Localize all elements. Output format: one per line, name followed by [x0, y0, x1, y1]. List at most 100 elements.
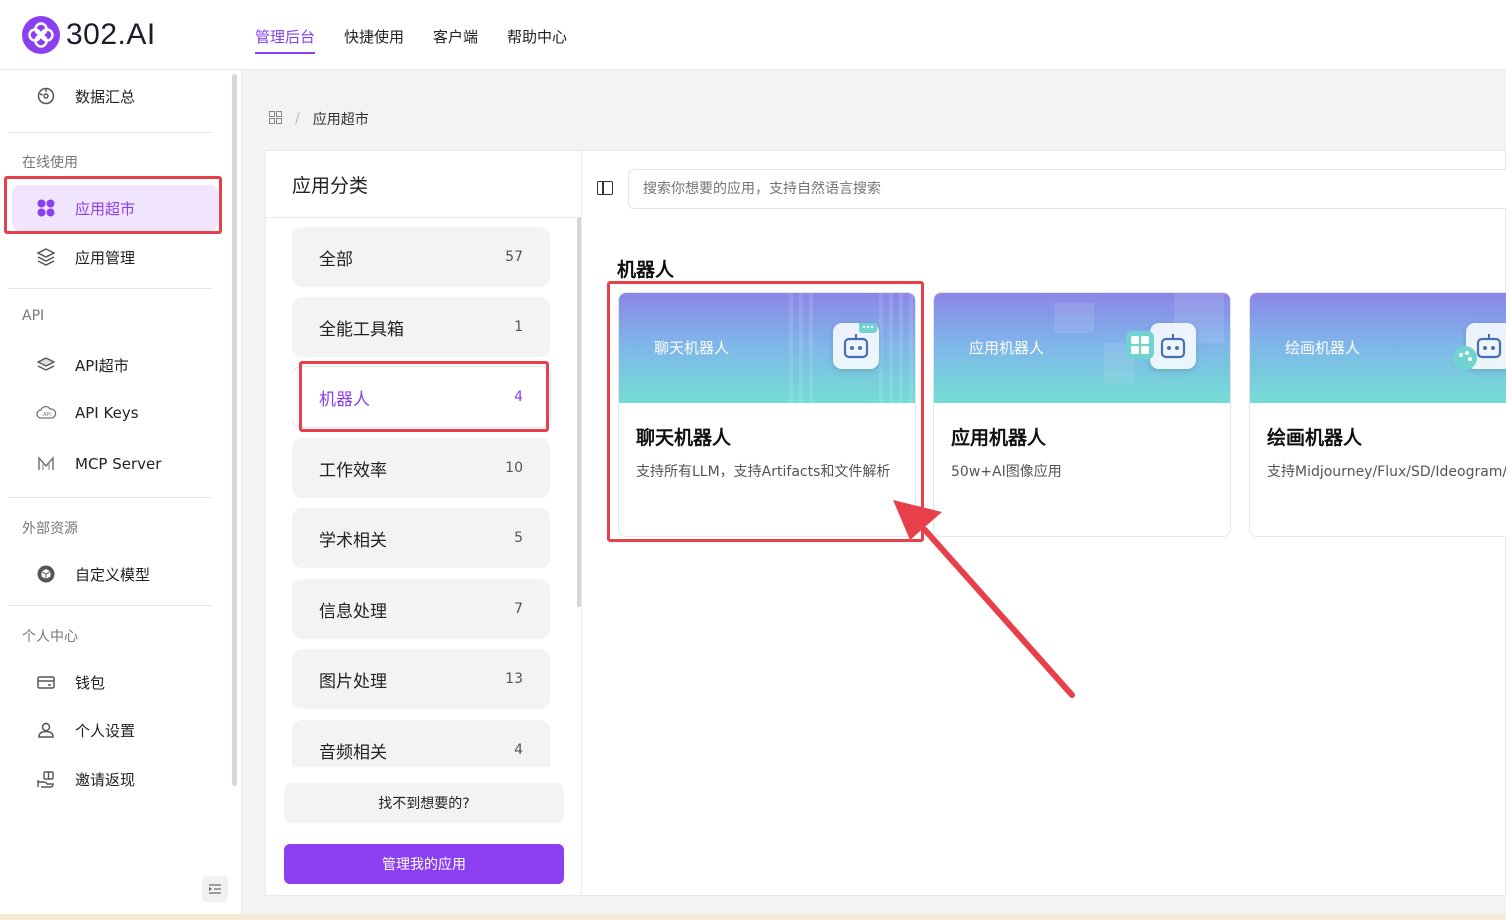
wallet-icon — [34, 670, 58, 694]
card-banner: 应用机器人 — [934, 293, 1230, 403]
gift-hand-icon — [34, 767, 58, 791]
app-card-drawing-robot[interactable]: 绘画机器人 绘画机器人 支持Midjourney/Flux/SD/Ideogra… — [1249, 292, 1506, 537]
category-robot[interactable]: 机器人 4 — [292, 367, 550, 427]
sidebar-item-app-store[interactable]: 应用超市 — [12, 185, 218, 231]
card-title: 应用机器人 — [951, 427, 1047, 449]
sidebar: 数据汇总 在线使用 应用超市 应用管理 API API超市 API API Ke… — [0, 70, 242, 920]
cloud-key-icon: API — [34, 401, 58, 425]
sidebar-item-label: 应用管理 — [75, 248, 136, 267]
category-count: 7 — [514, 601, 523, 617]
sidebar-item-label: 个人设置 — [75, 721, 136, 740]
logo[interactable]: 302.AI — [22, 16, 156, 54]
breadcrumb-current: 应用超市 — [312, 112, 369, 128]
category-productivity[interactable]: 工作效率 10 — [292, 438, 550, 498]
breadcrumb-separator: / — [295, 111, 300, 127]
category-title: 应用分类 — [292, 175, 369, 197]
card-description: 50w+AI图像应用 — [951, 464, 1062, 480]
app-card-chat-robot[interactable]: 聊天机器人 聊天机器人 支持所有LLM，支持Artifacts和文件解析 — [618, 292, 916, 537]
category-count: 5 — [514, 530, 523, 546]
sidebar-item-app-manage[interactable]: 应用管理 — [22, 237, 218, 277]
sidebar-item-label: API超市 — [75, 356, 129, 375]
sidebar-item-invite[interactable]: 邀请返现 — [22, 759, 218, 799]
app-grid-icon — [34, 196, 58, 220]
card-description: 支持Midjourney/Flux/SD/Ideogram/R — [1267, 464, 1506, 480]
card-title: 聊天机器人 — [636, 427, 732, 449]
category-image-processing[interactable]: 图片处理 13 — [292, 649, 550, 709]
sidebar-section-personal: 个人中心 — [22, 629, 78, 645]
nav-admin[interactable]: 管理后台 — [255, 26, 316, 54]
collapse-sidebar-button[interactable] — [202, 876, 228, 902]
sidebar-section-external: 外部资源 — [22, 521, 78, 537]
sidebar-divider — [8, 605, 212, 606]
sidebar-item-label: 邀请返现 — [75, 770, 136, 789]
api-stack-icon — [34, 353, 58, 377]
card-title: 绘画机器人 — [1267, 427, 1363, 449]
app-grid-badge-icon — [1126, 331, 1154, 359]
card-banner: 聊天机器人 — [619, 293, 915, 403]
category-count: 1 — [514, 319, 523, 335]
category-label: 学术相关 — [319, 530, 387, 551]
category-label: 工作效率 — [319, 460, 387, 481]
sidebar-divider — [8, 288, 212, 289]
card-banner-label: 绘画机器人 — [1285, 339, 1361, 357]
sidebar-item-mcp-server[interactable]: MCP Server — [22, 444, 218, 484]
sidebar-item-wallet[interactable]: 钱包 — [22, 662, 218, 702]
robot-app-icon — [1150, 323, 1196, 369]
nav-quick-use[interactable]: 快捷使用 — [344, 26, 404, 54]
category-label: 全部 — [319, 249, 353, 270]
sidebar-scrollbar[interactable] — [232, 74, 237, 786]
sidebar-item-label: 钱包 — [75, 673, 106, 692]
sidebar-section-online: 在线使用 — [22, 155, 78, 171]
card-banner-label: 聊天机器人 — [654, 339, 730, 357]
robot-chat-icon — [833, 321, 879, 369]
palette-badge-icon — [1453, 346, 1477, 370]
category-count: 4 — [514, 389, 523, 405]
app-card-app-robot[interactable]: 应用机器人 应用机器人 50w+AI图像应用 — [933, 292, 1231, 537]
sidebar-item-settings[interactable]: 个人设置 — [22, 710, 218, 750]
category-label: 图片处理 — [319, 671, 387, 692]
sidebar-item-api-store[interactable]: API超市 — [22, 345, 218, 385]
logo-text: 302.AI — [66, 18, 156, 51]
main-content: 机器人 聊天机器人 聊天机器人 支持所有LLM，支持Ar — [581, 150, 1506, 896]
category-panel: 应用分类 全部 57 全能工具箱 1 机器人 4 工作效率 10 学术相关 5 … — [265, 150, 582, 896]
sidebar-item-api-keys[interactable]: API API Keys — [22, 393, 218, 433]
category-label: 音频相关 — [319, 742, 387, 763]
search-input[interactable] — [628, 169, 1506, 209]
nav-help-center[interactable]: 帮助中心 — [507, 26, 567, 54]
sidebar-item-label: API Keys — [75, 404, 139, 422]
mcp-icon — [34, 452, 58, 476]
sidebar-item-label: 自定义模型 — [75, 565, 151, 584]
sidebar-divider — [8, 497, 212, 498]
sidebar-section-api: API — [22, 308, 45, 324]
sidebar-divider — [8, 132, 212, 133]
panel-toggle-icon[interactable] — [597, 181, 613, 195]
category-count: 10 — [505, 460, 523, 476]
bottom-strip — [0, 914, 1506, 920]
category-label: 全能工具箱 — [319, 319, 404, 340]
cube-icon — [34, 562, 58, 586]
section-title: 机器人 — [617, 259, 675, 281]
sidebar-item-label: 应用超市 — [75, 199, 136, 218]
nav-client[interactable]: 客户端 — [433, 26, 478, 54]
top-nav: 管理后台 快捷使用 客户端 帮助中心 — [255, 26, 596, 54]
category-toolbox[interactable]: 全能工具箱 1 — [292, 297, 550, 357]
category-audio[interactable]: 音频相关 4 — [292, 720, 550, 767]
category-count: 57 — [505, 249, 523, 265]
category-list: 全部 57 全能工具箱 1 机器人 4 工作效率 10 学术相关 5 信息处理 … — [292, 227, 552, 767]
cant-find-button[interactable]: 找不到想要的? — [284, 783, 564, 823]
home-grid-icon[interactable] — [269, 110, 282, 128]
divider — [266, 217, 582, 218]
manage-my-apps-button[interactable]: 管理我的应用 — [284, 844, 564, 884]
category-label: 信息处理 — [319, 601, 387, 622]
svg-text:API: API — [43, 412, 51, 418]
category-all[interactable]: 全部 57 — [292, 227, 550, 287]
card-banner-label: 应用机器人 — [969, 339, 1045, 357]
category-count: 13 — [505, 671, 523, 687]
breadcrumb: / 应用超市 — [269, 109, 369, 129]
sidebar-item-label: MCP Server — [75, 455, 162, 473]
category-info-processing[interactable]: 信息处理 7 — [292, 579, 550, 639]
collapse-icon — [209, 884, 221, 894]
sidebar-item-custom-model[interactable]: 自定义模型 — [22, 554, 218, 594]
sidebar-item-dashboard[interactable]: 数据汇总 — [22, 76, 218, 116]
category-academic[interactable]: 学术相关 5 — [292, 508, 550, 568]
